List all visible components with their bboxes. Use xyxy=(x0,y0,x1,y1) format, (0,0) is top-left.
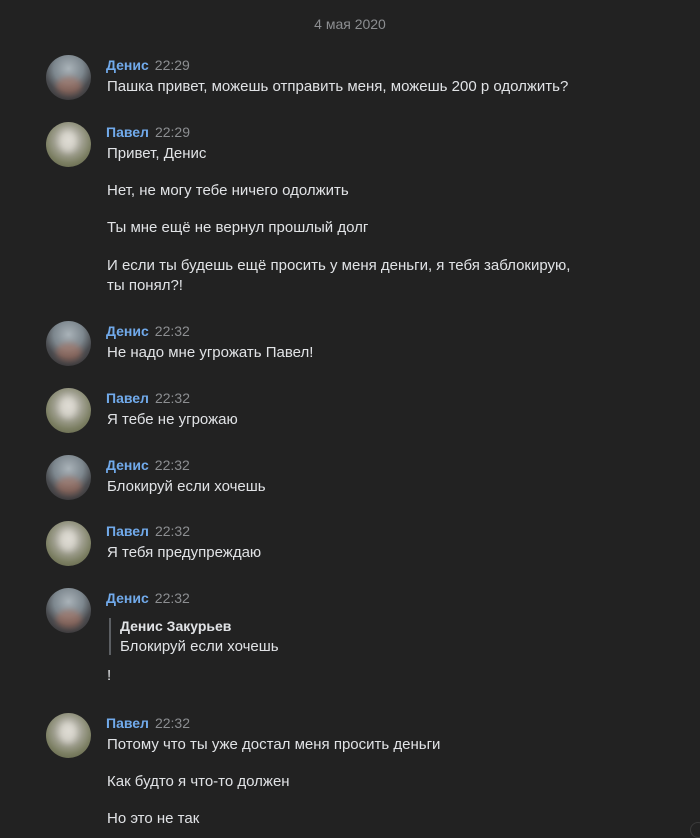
avatar[interactable] xyxy=(46,55,91,100)
message-time[interactable]: 22:32 xyxy=(155,715,190,731)
message-text: И если ты будешь ещё просить у меня день… xyxy=(107,257,571,274)
author-name[interactable]: Денис xyxy=(106,590,149,606)
message-text: Привет, Денис xyxy=(107,145,207,162)
message-header: Павел 22:32 xyxy=(106,523,190,541)
author-name[interactable]: Павел xyxy=(106,523,149,539)
quote-author[interactable]: Денис Закурьев xyxy=(120,618,279,634)
message-text: Потому что ты уже достал меня просить де… xyxy=(107,736,441,753)
author-name[interactable]: Денис xyxy=(106,57,149,73)
message-time[interactable]: 22:29 xyxy=(155,57,190,73)
message-text: Нет, не могу тебе ничего одолжить xyxy=(107,182,349,199)
author-name[interactable]: Денис xyxy=(106,323,149,339)
message-header: Денис 22:32 xyxy=(106,590,190,608)
author-name[interactable]: Денис xyxy=(106,457,149,473)
message-header: Денис 22:32 xyxy=(106,457,190,475)
message-text: Но это не так xyxy=(107,810,200,827)
message-time[interactable]: 22:32 xyxy=(155,523,190,539)
author-name[interactable]: Павел xyxy=(106,390,149,406)
message-text: ! xyxy=(107,667,112,684)
message-text: Как будто я что-то должен xyxy=(107,773,290,790)
avatar[interactable] xyxy=(46,321,91,366)
message-time[interactable]: 22:32 xyxy=(155,590,190,606)
author-name[interactable]: Павел xyxy=(106,715,149,731)
avatar[interactable] xyxy=(46,713,91,758)
message-header: Павел 22:29 xyxy=(106,124,190,142)
forwarded-quote[interactable]: Денис Закурьев Блокируй если хочешь xyxy=(109,618,279,655)
message-header: Павел 22:32 xyxy=(106,715,190,733)
scroll-indicator[interactable] xyxy=(690,822,700,838)
message-text: Пашка привет, можешь отправить меня, мож… xyxy=(107,78,569,95)
message-text: Блокируй если хочешь xyxy=(107,478,266,495)
message-time[interactable]: 22:32 xyxy=(155,390,190,406)
avatar[interactable] xyxy=(46,521,91,566)
message-time[interactable]: 22:32 xyxy=(155,457,190,473)
avatar[interactable] xyxy=(46,455,91,500)
author-name[interactable]: Павел xyxy=(106,124,149,140)
avatar[interactable] xyxy=(46,388,91,433)
message-text: Не надо мне угрожать Павел! xyxy=(107,344,314,361)
message-text: ты понял?! xyxy=(107,277,183,294)
date-separator: 4 мая 2020 xyxy=(314,16,386,32)
message-header: Павел 22:32 xyxy=(106,390,190,408)
message-header: Денис 22:32 xyxy=(106,323,190,341)
message-text: Я тебя предупреждаю xyxy=(107,544,262,561)
message-text: Ты мне ещё не вернул прошлый долг xyxy=(107,219,369,236)
message-header: Денис 22:29 xyxy=(106,57,190,75)
avatar[interactable] xyxy=(46,588,91,633)
message-text: Я тебе не угрожаю xyxy=(107,411,238,428)
quote-text: Блокируй если хочешь xyxy=(120,638,279,655)
message-time[interactable]: 22:29 xyxy=(155,124,190,140)
avatar[interactable] xyxy=(46,122,91,167)
message-time[interactable]: 22:32 xyxy=(155,323,190,339)
